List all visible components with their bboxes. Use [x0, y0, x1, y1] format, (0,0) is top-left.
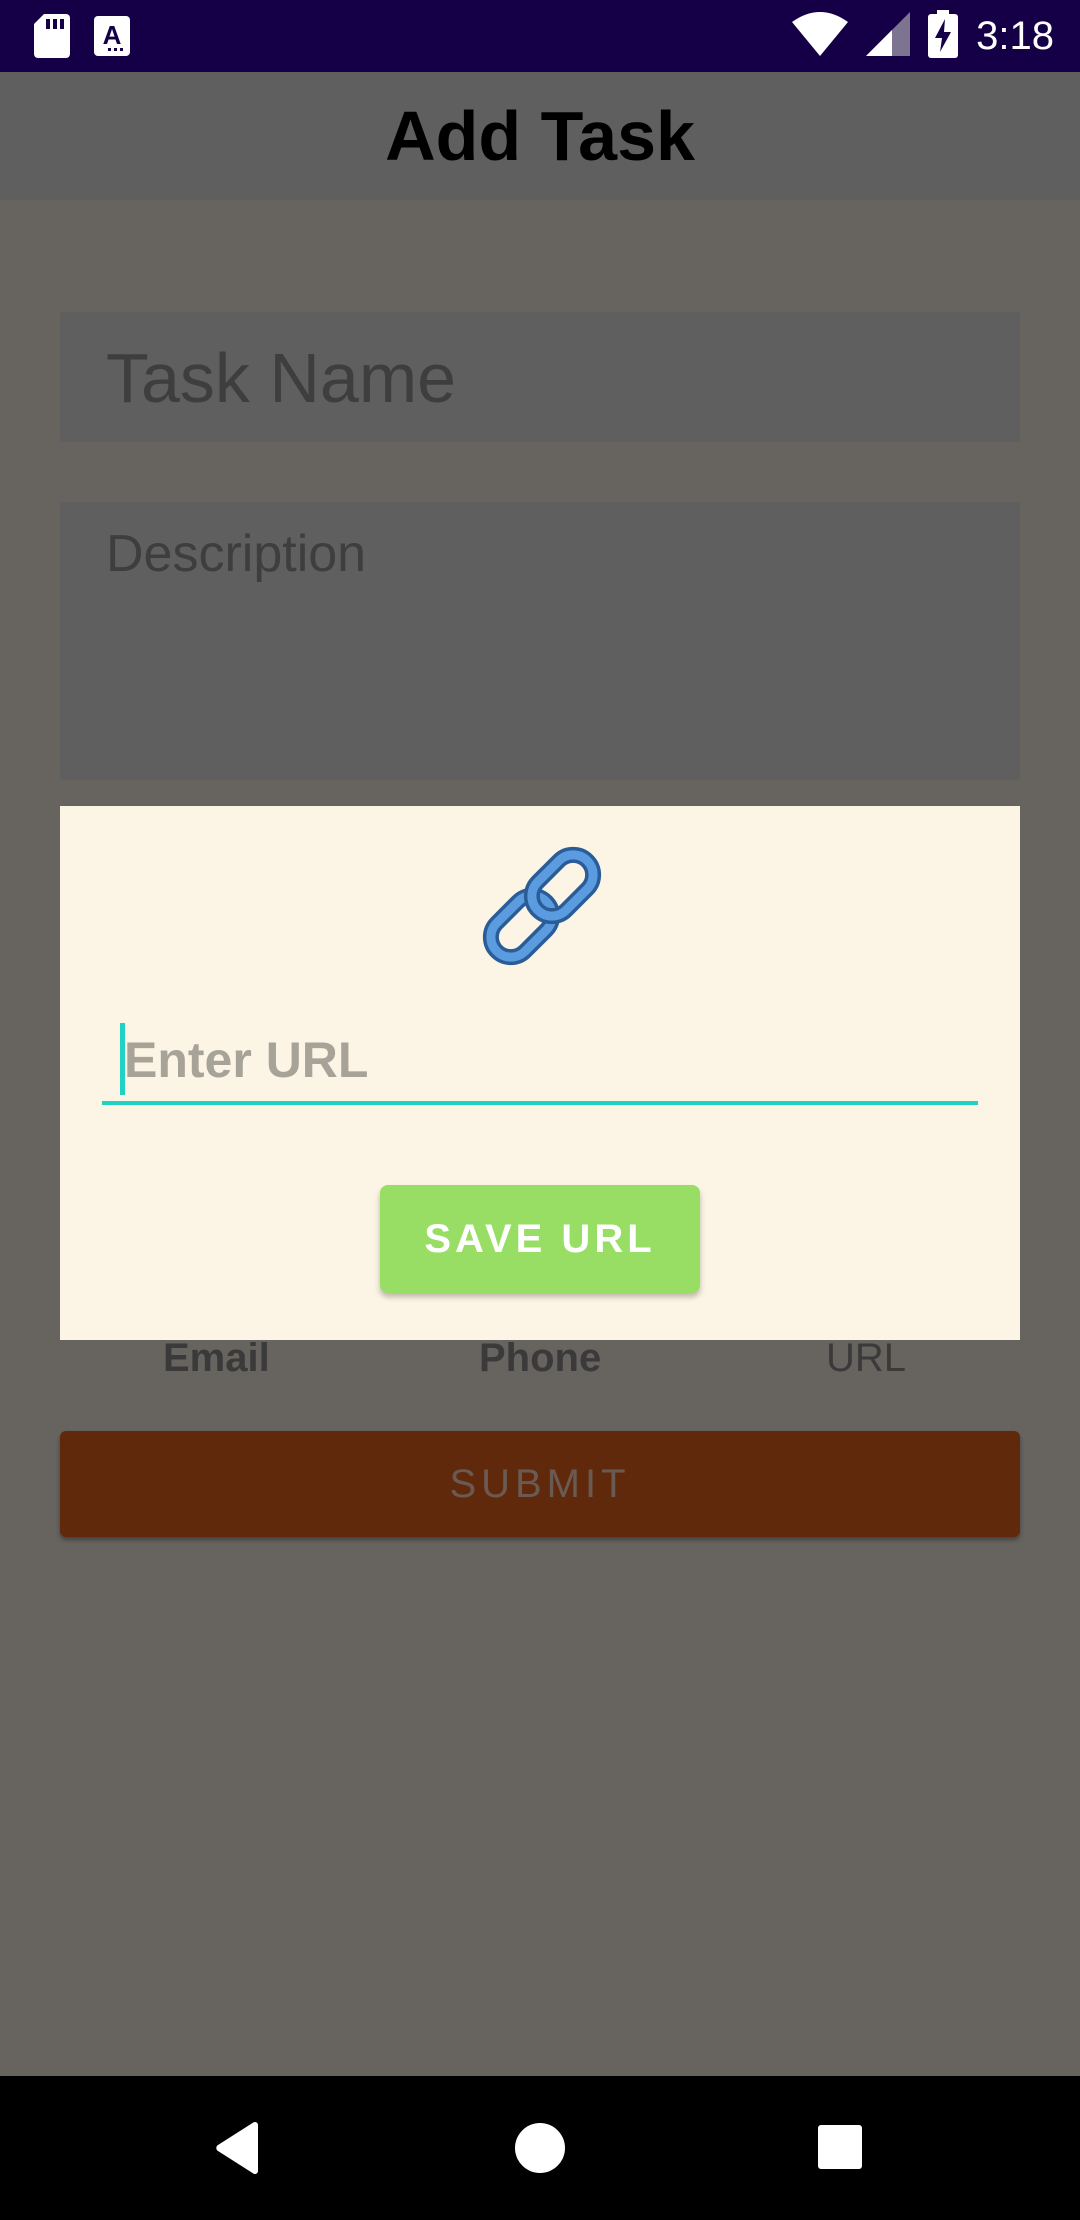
- home-icon[interactable]: [515, 2123, 565, 2173]
- url-placeholder: Enter URL: [124, 1032, 369, 1088]
- app-bar: Add Task: [0, 72, 1080, 200]
- page-title: Add Task: [385, 97, 695, 175]
- battery-charging-icon: [928, 10, 959, 62]
- sd-card-icon: [34, 14, 70, 62]
- contact-option-url[interactable]: URL: [826, 1336, 906, 1381]
- status-bar: A 3:18: [0, 0, 1080, 72]
- description-input[interactable]: Description: [60, 502, 1020, 780]
- url-dialog: Enter URL SAVE URL: [60, 806, 1020, 1340]
- signal-icon: [866, 12, 911, 60]
- navigation-bar: [0, 2076, 1080, 2220]
- submit-button[interactable]: SUBMIT: [60, 1431, 1020, 1537]
- svg-text:A: A: [103, 20, 122, 50]
- app-notification-icon: A: [94, 14, 130, 62]
- status-time: 3:18: [976, 14, 1054, 58]
- recents-icon[interactable]: [818, 2125, 862, 2169]
- link-icon: [472, 836, 612, 976]
- contact-option-email[interactable]: Email: [163, 1336, 270, 1381]
- save-url-button[interactable]: SAVE URL: [380, 1185, 700, 1293]
- task-name-input[interactable]: Task Name: [60, 312, 1020, 442]
- description-placeholder: Description: [106, 525, 367, 583]
- wifi-icon: [792, 12, 849, 60]
- contact-option-phone[interactable]: Phone: [479, 1336, 601, 1381]
- task-name-placeholder: Task Name: [106, 339, 457, 417]
- back-icon[interactable]: [214, 2121, 262, 2179]
- url-input[interactable]: Enter URL: [102, 1021, 978, 1105]
